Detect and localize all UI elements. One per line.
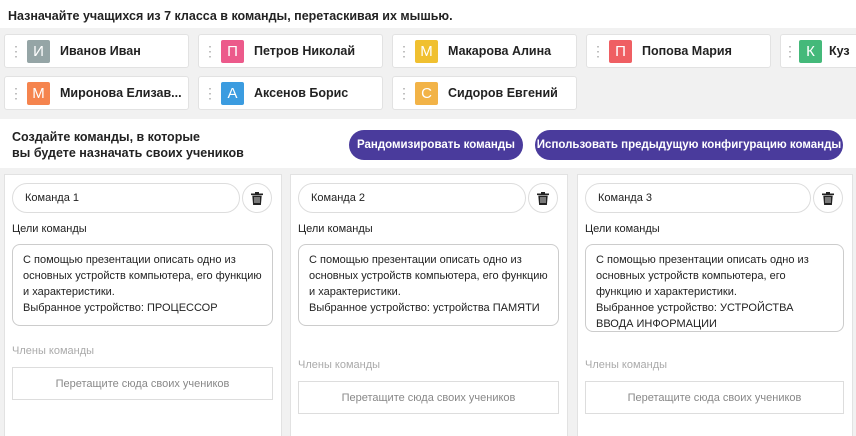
team-goals-label: Цели команды — [12, 223, 87, 235]
drag-handle-icon[interactable]: ⋮ — [5, 44, 27, 58]
team-name-input[interactable]: Команда 2 — [298, 183, 526, 213]
team-goals-label: Цели команды — [585, 223, 660, 235]
team-card: Команда 3 Цели команды С помощью презент… — [577, 174, 853, 436]
team-goals-textarea[interactable]: С помощью презентации описать одно из ос… — [585, 244, 844, 332]
avatar: М — [415, 39, 438, 63]
trash-icon — [251, 191, 263, 205]
student-chip[interactable]: ⋮ М Миронова Елизав... — [4, 76, 189, 110]
drag-handle-icon[interactable]: ⋮ — [587, 44, 609, 58]
student-name: Петров Николай — [254, 44, 356, 58]
student-name: Попова Мария — [642, 44, 732, 58]
drag-handle-icon[interactable]: ⋮ — [5, 86, 27, 100]
use-previous-config-button[interactable]: Использовать предыдущую конфигурацию ком… — [535, 130, 843, 160]
team-goals-textarea[interactable]: С помощью презентации описать одно из ос… — [298, 244, 559, 326]
student-chip[interactable]: ⋮ К Куз — [780, 34, 856, 68]
drag-handle-icon[interactable]: ⋮ — [199, 86, 221, 100]
student-name: Сидоров Евгений — [448, 86, 558, 100]
randomize-teams-button[interactable]: Рандомизировать команды — [349, 130, 523, 160]
team-members-dropzone[interactable]: Перетащите сюда своих учеников — [12, 367, 273, 400]
student-name: Аксенов Борис — [254, 86, 349, 100]
team-members-label: Члены команды — [298, 359, 381, 371]
student-chip[interactable]: ⋮ П Попова Мария — [586, 34, 771, 68]
avatar: И — [27, 39, 50, 63]
drag-handle-icon[interactable]: ⋮ — [393, 44, 415, 58]
drag-handle-icon[interactable]: ⋮ — [393, 86, 415, 100]
team-members-dropzone[interactable]: Перетащите сюда своих учеников — [585, 381, 844, 414]
team-name-input[interactable]: Команда 1 — [12, 183, 240, 213]
student-name: Куз — [829, 44, 850, 58]
team-members-label: Члены команды — [585, 359, 668, 371]
delete-team-button[interactable] — [242, 183, 272, 213]
student-name: Иванов Иван — [60, 44, 141, 58]
drag-handle-icon[interactable]: ⋮ — [199, 44, 221, 58]
student-chip[interactable]: ⋮ С Сидоров Евгений — [392, 76, 577, 110]
subtitle-line: вы будете назначать своих учеников — [12, 146, 244, 160]
student-name: Миронова Елизав... — [60, 86, 182, 100]
team-card: Команда 1 Цели команды С помощью презент… — [4, 174, 282, 436]
drag-handle-icon[interactable]: ⋮ — [781, 44, 799, 58]
avatar: П — [609, 39, 632, 63]
team-members-dropzone[interactable]: Перетащите сюда своих учеников — [298, 381, 559, 414]
avatar: А — [221, 81, 244, 105]
subtitle-line: Создайте команды, в которые — [12, 130, 200, 144]
team-goals-textarea[interactable]: С помощью презентации описать одно из ос… — [12, 244, 273, 326]
instruction-text: Назначайте учащихся из 7 класса в команд… — [8, 9, 453, 23]
avatar: М — [27, 81, 50, 105]
team-goals-label: Цели команды — [298, 223, 373, 235]
delete-team-button[interactable] — [813, 183, 843, 213]
student-name: Макарова Алина — [448, 44, 552, 58]
student-chip[interactable]: ⋮ М Макарова Алина — [392, 34, 577, 68]
team-card: Команда 2 Цели команды С помощью презент… — [290, 174, 568, 436]
student-chip[interactable]: ⋮ П Петров Николай — [198, 34, 383, 68]
delete-team-button[interactable] — [528, 183, 558, 213]
teams-subtitle: Создайте команды, в которые вы будете наз… — [12, 129, 244, 161]
student-chip[interactable]: ⋮ А Аксенов Борис — [198, 76, 383, 110]
avatar: П — [221, 39, 244, 63]
avatar: К — [799, 39, 822, 63]
trash-icon — [537, 191, 549, 205]
trash-icon — [822, 191, 834, 205]
avatar: С — [415, 81, 438, 105]
team-name-input[interactable]: Команда 3 — [585, 183, 811, 213]
student-chip[interactable]: ⋮ И Иванов Иван — [4, 34, 189, 68]
team-members-label: Члены команды — [12, 345, 95, 357]
